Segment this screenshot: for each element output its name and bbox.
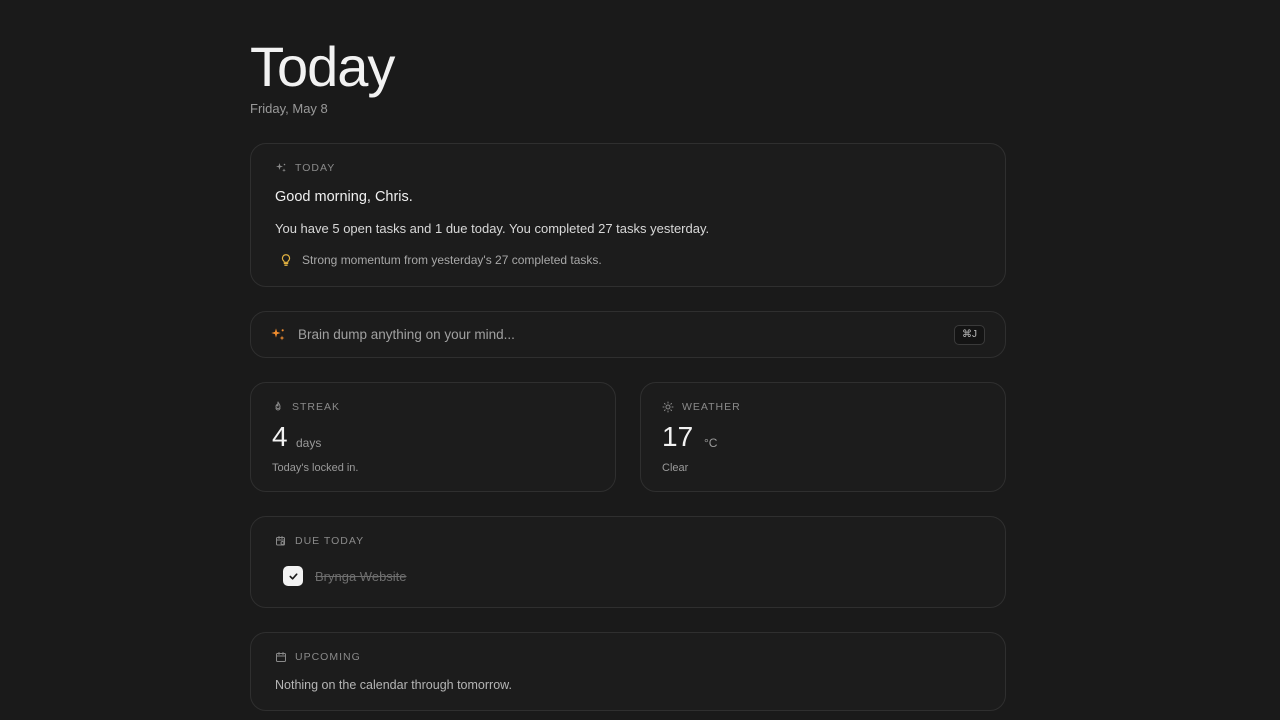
streak-value: 4 xyxy=(272,421,288,452)
check-icon xyxy=(288,572,298,580)
upcoming-label: UPCOMING xyxy=(295,651,361,663)
task-title: Brynga Website xyxy=(315,568,407,584)
streak-caption: Today's locked in. xyxy=(272,462,359,474)
lightbulb-icon xyxy=(281,254,291,266)
shortcut-badge: ⌘J xyxy=(954,325,985,345)
greeting-text: Good morning, Chris. xyxy=(275,189,413,205)
sparkle-icon xyxy=(271,327,285,340)
today-label: TODAY xyxy=(295,162,336,174)
brain-dump-input[interactable] xyxy=(298,327,918,342)
streak-unit: days xyxy=(296,436,322,450)
calendar-icon xyxy=(276,652,286,662)
due-today-label: DUE TODAY xyxy=(295,535,365,547)
today-summary-card: TODAY Good morning, Chris. You have 5 op… xyxy=(250,143,1006,287)
sun-icon xyxy=(662,401,674,413)
task-checkbox[interactable] xyxy=(283,566,303,586)
due-today-card: DUE TODAY Brynga Website xyxy=(250,516,1006,608)
upcoming-card: UPCOMING Nothing on the calendar through… xyxy=(250,632,1006,711)
insight-row: Strong momentum from yesterday's 27 comp… xyxy=(279,253,602,267)
upcoming-label-row: UPCOMING xyxy=(275,651,361,663)
weather-card: WEATHER 17 °C Clear xyxy=(640,382,1006,492)
streak-label-row: STREAK xyxy=(272,401,340,413)
due-today-label-row: DUE TODAY xyxy=(275,535,364,547)
page-title: Today xyxy=(250,35,395,98)
upcoming-empty-text: Nothing on the calendar through tomorrow… xyxy=(275,678,512,692)
sparkle-icon xyxy=(276,163,286,172)
today-label-row: TODAY xyxy=(275,162,335,174)
streak-card: STREAK 4 days Today's locked in. xyxy=(250,382,616,492)
task-summary-text: You have 5 open tasks and 1 due today. Y… xyxy=(275,221,710,236)
weather-caption: Clear xyxy=(662,462,689,474)
calendar-clock-icon xyxy=(276,536,285,546)
flame-icon xyxy=(275,401,281,411)
weather-label: WEATHER xyxy=(682,401,741,413)
weather-label-row: WEATHER xyxy=(662,401,741,413)
page-date: Friday, May 8 xyxy=(250,101,328,116)
insight-text: Strong momentum from yesterday's 27 comp… xyxy=(302,253,602,267)
streak-label: STREAK xyxy=(292,401,341,413)
task-item[interactable]: Brynga Website xyxy=(283,566,407,586)
brain-dump-bar[interactable]: ⌘J xyxy=(250,311,1006,358)
weather-value: 17 xyxy=(662,421,694,452)
weather-unit: °C xyxy=(704,436,718,450)
